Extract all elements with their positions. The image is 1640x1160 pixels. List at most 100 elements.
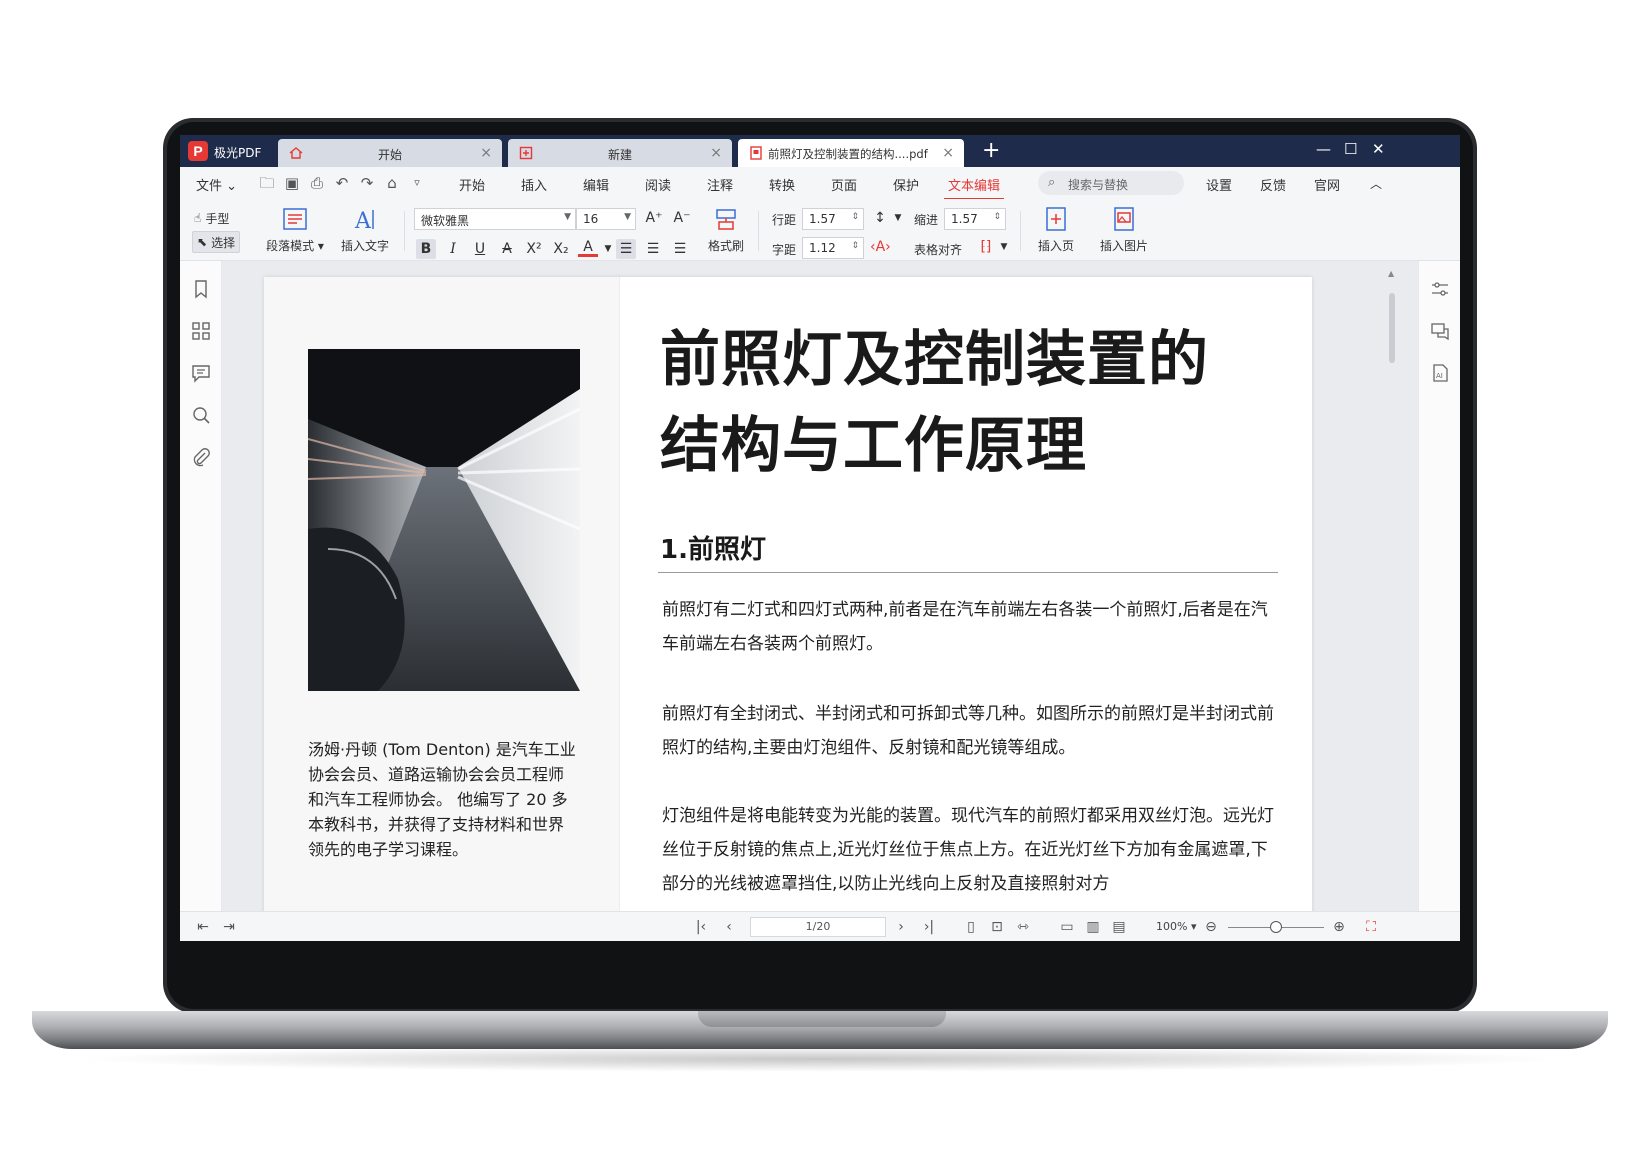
tab-home[interactable]: 开始 × xyxy=(278,139,502,167)
ai-icon[interactable]: AI xyxy=(1430,363,1450,383)
decrease-font-icon[interactable]: A⁻ xyxy=(672,208,692,228)
italic-icon[interactable]: I xyxy=(443,239,463,259)
menu-page[interactable]: 页面 xyxy=(831,175,857,194)
menu-settings[interactable]: 设置 xyxy=(1206,175,1232,194)
text-edit-toolbar: ☝ 手型 ⬉ 选择 段落模式 ▾ A 插入文字 微软雅黑 ▼ 16 ▼ A⁺ A⁻ … xyxy=(180,199,1460,261)
superscript-icon[interactable]: X² xyxy=(524,239,544,259)
close-window-icon[interactable]: ✕ xyxy=(1372,140,1385,158)
print-icon[interactable]: ⎙ xyxy=(308,174,326,192)
add-tab-icon[interactable]: + xyxy=(982,138,1000,163)
menu-website[interactable]: 官网 xyxy=(1314,175,1340,194)
menu-edit[interactable]: 编辑 xyxy=(583,175,609,194)
menu-file[interactable]: 文件 ⌄ xyxy=(196,175,237,194)
insert-image-button[interactable]: 插入图片 xyxy=(1094,205,1154,254)
menu-protect[interactable]: 保护 xyxy=(893,175,919,194)
menu-text-edit[interactable]: 文本编辑 xyxy=(943,175,1005,200)
bold-icon[interactable]: B xyxy=(416,239,436,259)
home-icon[interactable]: ⌂ xyxy=(383,174,401,192)
maximize-icon[interactable]: ☐ xyxy=(1344,140,1357,158)
menu-read[interactable]: 阅读 xyxy=(645,175,671,194)
two-page-icon[interactable]: ▥ xyxy=(1084,918,1102,936)
next-page-icon[interactable]: › xyxy=(892,918,910,936)
table-align-icon[interactable]: ⁅⁆ xyxy=(976,237,996,257)
font-size-select[interactable]: 16 ▼ xyxy=(576,208,636,230)
continuous-icon[interactable]: ▤ xyxy=(1110,918,1128,936)
page-number-input[interactable]: 1/20 xyxy=(750,917,886,937)
prev-page-icon[interactable]: ‹ xyxy=(720,918,738,936)
chat-translate-icon[interactable] xyxy=(1430,321,1450,341)
underline-icon[interactable]: U xyxy=(470,239,490,259)
stepper-icon: ⇕ xyxy=(851,212,859,222)
menu-start[interactable]: 开始 xyxy=(459,175,485,194)
search-replace-box[interactable]: ⌕ 搜索与替换 xyxy=(1038,171,1184,195)
paragraph-mode-button[interactable]: 段落模式 ▾ xyxy=(262,205,328,254)
subscript-icon[interactable]: X₂ xyxy=(551,239,571,259)
format-brush-button[interactable]: 格式刷 xyxy=(702,205,750,254)
zoom-select[interactable]: 100% ▾ xyxy=(1156,920,1196,933)
tab-new[interactable]: 新建 × xyxy=(508,139,732,167)
align-right-icon[interactable]: ☰ xyxy=(670,239,690,259)
select-tool-button[interactable]: ⬉ 选择 xyxy=(192,231,241,253)
menu-insert[interactable]: 插入 xyxy=(521,175,547,194)
chevron-down-icon[interactable]: ▼ xyxy=(598,239,618,259)
font-color-icon[interactable]: A xyxy=(578,239,598,257)
properties-sliders-icon[interactable] xyxy=(1430,279,1450,299)
line-spacing-input[interactable]: 1.57 ⇕ xyxy=(802,208,864,230)
menu-convert[interactable]: 转换 xyxy=(769,175,795,194)
font-name-select[interactable]: 微软雅黑 ▼ xyxy=(414,208,576,230)
document-title: 前照灯及控制装置的 结构与工作原理 xyxy=(660,325,1209,481)
scroll-up-icon: ▲ xyxy=(1388,269,1395,278)
open-folder-icon[interactable]: 🗀 xyxy=(258,174,276,192)
chevron-down-icon[interactable]: ▼ xyxy=(994,237,1014,257)
fit-page-icon[interactable]: ⊡ xyxy=(988,918,1006,936)
comment-icon[interactable] xyxy=(191,363,211,383)
save-icon[interactable]: ▣ xyxy=(283,174,301,192)
pdf-page[interactable]: 汤姆·丹顿 (Tom Denton) 是汽车工业协会会员、道路运输协会会员工程师… xyxy=(264,277,1312,911)
close-icon[interactable]: × xyxy=(942,145,954,161)
zoom-slider-thumb[interactable] xyxy=(1270,921,1282,933)
increase-font-icon[interactable]: A⁺ xyxy=(644,208,664,228)
menu-annotate[interactable]: 注释 xyxy=(707,175,733,194)
redo-icon[interactable]: ↷ xyxy=(358,174,376,192)
tab-document[interactable]: 前照灯及控制装置的结构....pdf × xyxy=(738,139,964,167)
close-icon[interactable]: × xyxy=(710,145,722,161)
prev-doc-icon[interactable]: ⇤ xyxy=(194,918,212,936)
chevron-down-icon[interactable]: ▼ xyxy=(888,208,908,228)
table-align-label: 表格对齐 xyxy=(914,243,963,257)
document-canvas[interactable]: 汤姆·丹顿 (Tom Denton) 是汽车工业协会会员、道路运输协会会员工程师… xyxy=(222,261,1418,911)
vertical-scrollbar[interactable]: ▲ xyxy=(1388,269,1396,909)
align-left-icon[interactable]: ☰ xyxy=(616,239,636,259)
insert-page-button[interactable]: 插入页 xyxy=(1032,205,1080,254)
zoom-out-icon[interactable]: ⊖ xyxy=(1202,918,1220,936)
last-page-icon[interactable]: ›| xyxy=(920,918,938,936)
scroll-thumb[interactable] xyxy=(1389,293,1395,363)
next-doc-icon[interactable]: ⇥ xyxy=(220,918,238,936)
align-center-icon[interactable]: ☰ xyxy=(643,239,663,259)
menu-feedback[interactable]: 反馈 xyxy=(1260,175,1286,194)
tab-label: 新建 xyxy=(607,148,632,162)
undo-icon[interactable]: ↶ xyxy=(333,174,351,192)
indent-input[interactable]: 1.57 ⇕ xyxy=(944,208,1006,230)
insert-page-icon xyxy=(1046,207,1066,231)
char-spacing-input[interactable]: 1.12 ⇕ xyxy=(802,237,864,259)
close-icon[interactable]: × xyxy=(480,145,492,161)
char-spacing-icon[interactable]: ‹A› xyxy=(870,237,891,257)
thumbnails-icon[interactable] xyxy=(191,321,211,341)
fit-width-icon[interactable]: ⇿ xyxy=(1014,918,1032,936)
collapse-ribbon-icon[interactable]: ︿ xyxy=(1370,175,1382,192)
strikethrough-icon[interactable]: A xyxy=(497,239,517,259)
chevron-down-icon[interactable]: ▿ xyxy=(408,174,426,192)
bookmark-icon[interactable] xyxy=(191,279,211,299)
tab-label: 前照灯及控制装置的结构....pdf xyxy=(768,147,928,161)
minimize-icon[interactable]: — xyxy=(1316,140,1331,158)
actual-size-icon[interactable]: ▯ xyxy=(962,918,980,936)
hand-tool-button[interactable]: ☝ 手型 xyxy=(194,207,229,229)
fullscreen-icon[interactable]: ⛶ xyxy=(1362,918,1380,936)
insert-text-button[interactable]: A 插入文字 xyxy=(336,205,394,254)
first-page-icon[interactable]: |‹ xyxy=(692,918,710,936)
search-icon[interactable] xyxy=(191,405,211,425)
line-spacing-icon[interactable]: ↕ xyxy=(870,208,890,228)
zoom-in-icon[interactable]: ⊕ xyxy=(1330,918,1348,936)
single-page-icon[interactable]: ▭ xyxy=(1058,918,1076,936)
attachment-icon[interactable] xyxy=(191,447,211,467)
